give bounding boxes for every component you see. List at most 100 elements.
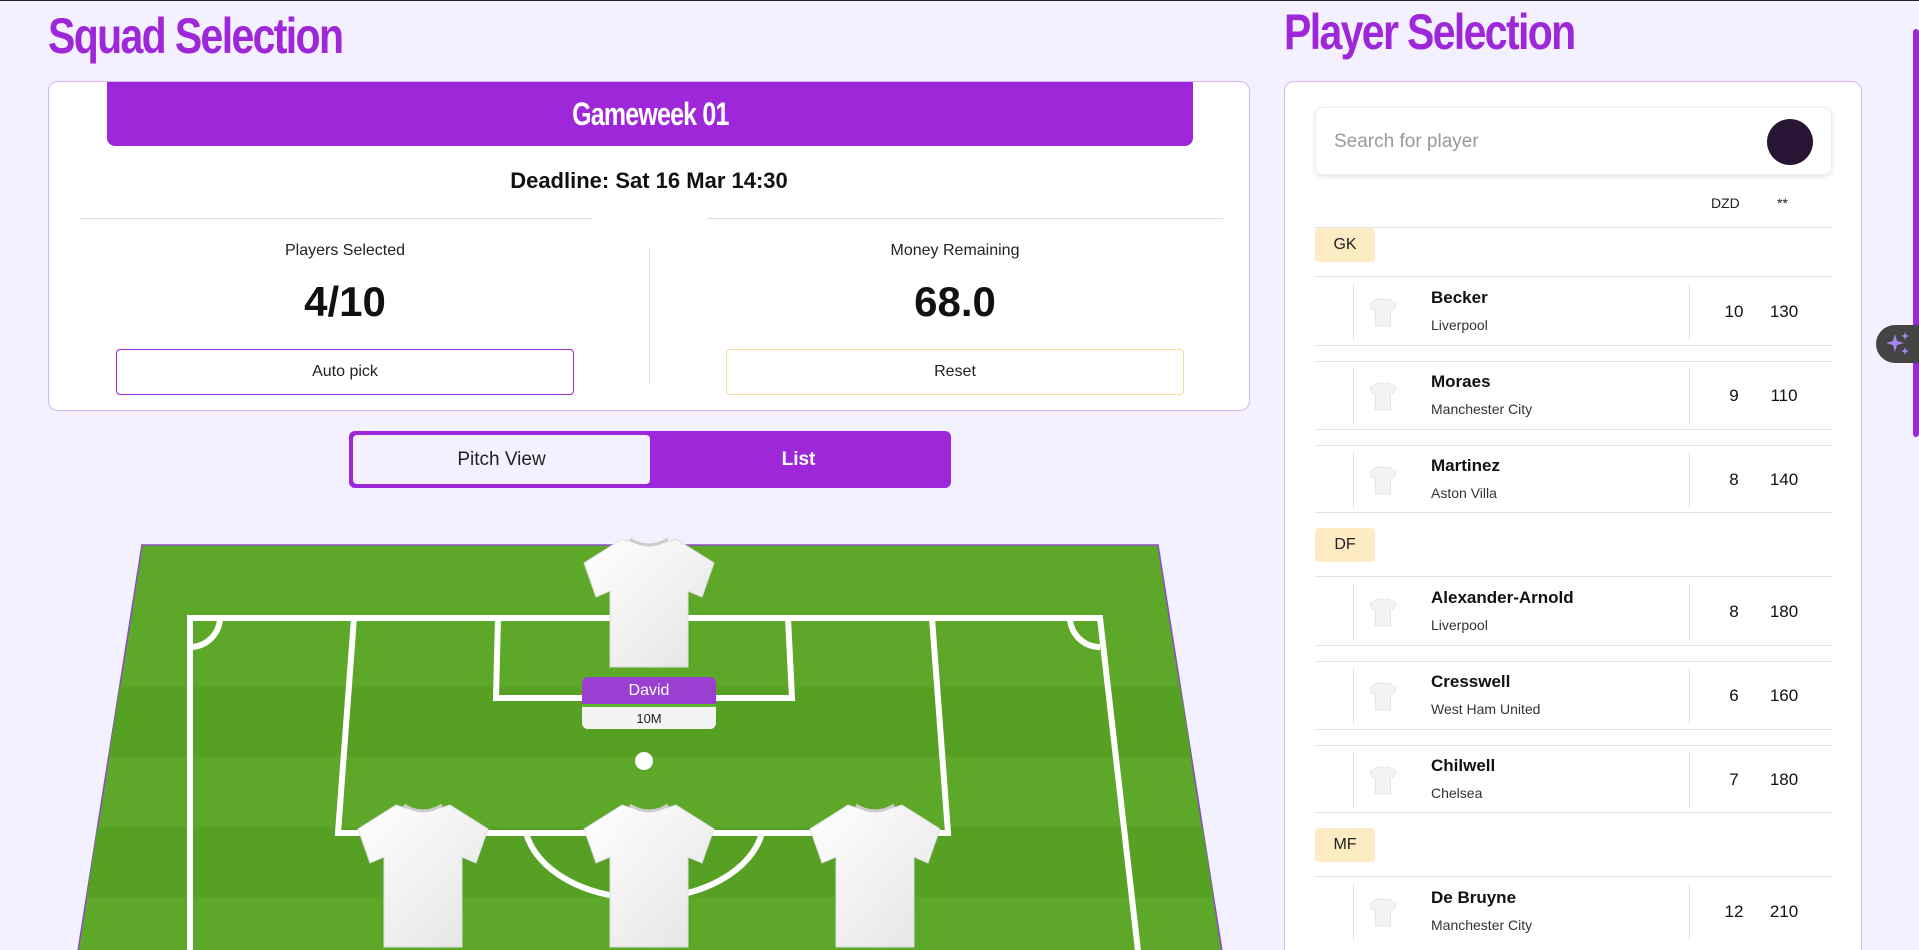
- squad-summary-card: Gameweek 01 Deadline: Sat 16 Mar 14:30 P…: [48, 81, 1250, 411]
- shirt-icon: [1353, 584, 1409, 640]
- shirt-icon: [1353, 368, 1409, 424]
- player-name: De Bruyne: [1431, 888, 1517, 907]
- shirt-icon: [809, 803, 941, 948]
- pitch-view-tab[interactable]: Pitch View: [353, 435, 650, 484]
- player-club: West Ham United: [1431, 701, 1541, 717]
- defender-slot[interactable]: [574, 797, 724, 950]
- gameweek-label: Gameweek 01: [571, 95, 729, 132]
- shirt-icon: [583, 803, 715, 948]
- player-dzd: 12: [1724, 902, 1744, 921]
- divider: [1689, 885, 1690, 939]
- divider: [1315, 227, 1832, 228]
- column-header-dzd: DZD: [1711, 195, 1740, 211]
- divider: [1315, 645, 1832, 646]
- player-points: 140: [1769, 470, 1799, 489]
- player-points: 210: [1769, 902, 1799, 921]
- player-row[interactable]: Becker Liverpool 10 130: [1315, 278, 1832, 346]
- player-points: 160: [1769, 686, 1799, 705]
- player-points: 130: [1769, 302, 1799, 321]
- divider: [1315, 276, 1832, 277]
- player-price-tag: 10M: [582, 707, 716, 729]
- sparkle-icon: [1886, 332, 1909, 355]
- divider: [707, 218, 1223, 219]
- squad-selection-title: Squad Selection: [48, 8, 344, 64]
- player-dzd: 9: [1729, 386, 1739, 405]
- auto-pick-button[interactable]: Auto pick: [116, 349, 574, 395]
- divider: [1689, 369, 1690, 423]
- deadline-text: Deadline: Sat 16 Mar 14:30: [510, 168, 788, 193]
- ai-assistant-button[interactable]: [1876, 325, 1919, 363]
- divider: [1315, 729, 1832, 730]
- divider: [1689, 753, 1690, 807]
- gameweek-banner: Gameweek 01: [107, 82, 1193, 146]
- player-dzd: 8: [1729, 470, 1739, 489]
- reset-button[interactable]: Reset: [726, 349, 1184, 395]
- player-points: 180: [1769, 770, 1799, 789]
- player-club: Chelsea: [1431, 785, 1483, 801]
- player-points: 180: [1769, 602, 1799, 621]
- divider: [1315, 512, 1832, 513]
- football-pitch: David 10M: [0, 531, 1260, 950]
- divider: [1689, 669, 1690, 723]
- shirt-icon: [357, 803, 489, 948]
- player-row[interactable]: Chilwell Chelsea 7 180: [1315, 746, 1832, 814]
- player-row[interactable]: Alexander-Arnold Liverpool 8 180: [1315, 578, 1832, 646]
- player-row[interactable]: Moraes Manchester City 9 110: [1315, 362, 1832, 430]
- players-selected-value: 4/10: [304, 278, 386, 325]
- player-row[interactable]: Martinez Aston Villa 8 140: [1315, 446, 1832, 514]
- player-dzd: 10: [1724, 302, 1744, 321]
- player-dzd: 6: [1729, 686, 1739, 705]
- divider: [649, 248, 650, 384]
- position-badge-mf: MF: [1315, 828, 1375, 862]
- column-header-points: **: [1777, 195, 1788, 211]
- shirt-icon: [1353, 452, 1409, 508]
- page-scrollbar[interactable]: [1913, 29, 1919, 437]
- divider: [79, 218, 593, 219]
- player-selection-title: Player Selection: [1284, 4, 1576, 60]
- players-selected-label: Players Selected: [284, 242, 406, 259]
- shirt-icon: [1353, 884, 1409, 940]
- divider: [1689, 285, 1690, 339]
- shirt-icon: [1353, 752, 1409, 808]
- player-club: Liverpool: [1431, 617, 1488, 633]
- divider: [1689, 453, 1690, 507]
- player-selection-panel: DZD ** GK Becker Liverpool 10 130 Moraes…: [1284, 81, 1862, 950]
- money-remaining-value: 68.0: [914, 278, 996, 325]
- search-box: [1315, 107, 1832, 175]
- player-name: Becker: [1431, 288, 1488, 307]
- divider: [1315, 345, 1832, 346]
- divider: [1689, 585, 1690, 639]
- player-dzd: 8: [1729, 602, 1739, 621]
- player-name: Moraes: [1431, 372, 1491, 391]
- defender-slot[interactable]: [800, 797, 950, 950]
- player-name-tag: David: [582, 677, 716, 707]
- player-row[interactable]: Cresswell West Ham United 6 160: [1315, 662, 1832, 730]
- position-badge-df: DF: [1315, 528, 1375, 562]
- player-club: Manchester City: [1431, 401, 1533, 417]
- position-badge-gk: GK: [1315, 228, 1375, 262]
- divider: [1315, 812, 1832, 813]
- money-remaining-label: Money Remaining: [890, 242, 1020, 259]
- player-name: Alexander-Arnold: [1431, 588, 1574, 607]
- player-club: Liverpool: [1431, 317, 1488, 333]
- shirt-icon: [1353, 284, 1409, 340]
- search-button[interactable]: [1767, 119, 1813, 165]
- divider: [1315, 429, 1832, 430]
- player-club: Manchester City: [1431, 917, 1533, 933]
- player-name: Martinez: [1431, 456, 1500, 475]
- player-name: Chilwell: [1431, 756, 1496, 775]
- search-input[interactable]: [1334, 126, 1734, 158]
- goalkeeper-slot[interactable]: [574, 531, 724, 675]
- divider: [1315, 576, 1832, 577]
- player-points: 110: [1770, 386, 1798, 405]
- defender-slot[interactable]: [348, 797, 498, 950]
- list-view-tab[interactable]: List: [650, 435, 947, 484]
- player-club: Aston Villa: [1431, 485, 1497, 501]
- player-row[interactable]: De Bruyne Manchester City 12 210: [1315, 878, 1832, 946]
- divider: [1315, 876, 1832, 877]
- shirt-icon: [583, 537, 715, 668]
- player-name: Cresswell: [1431, 672, 1511, 691]
- shirt-icon: [1353, 668, 1409, 724]
- player-dzd: 7: [1729, 770, 1739, 789]
- view-toggle: Pitch View List: [349, 431, 951, 488]
